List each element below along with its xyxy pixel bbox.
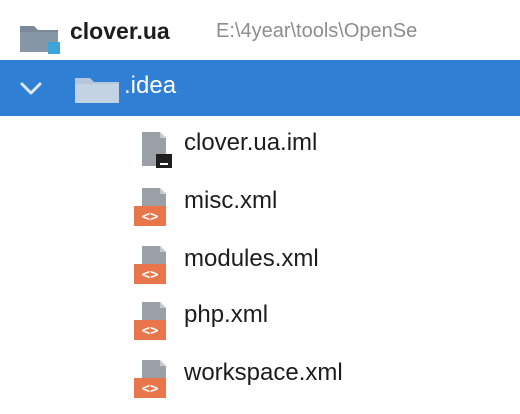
project-name: clover.ua (70, 18, 170, 44)
svg-text:<>: <> (142, 267, 159, 283)
svg-text:<>: <> (142, 209, 159, 225)
svg-text:<>: <> (142, 323, 159, 339)
file-label: workspace.xml (184, 359, 343, 386)
chevron-down-icon[interactable] (18, 76, 44, 102)
tree-item-file[interactable]: <> misc.xml (0, 178, 520, 234)
xml-file-icon: <> (134, 246, 166, 284)
file-label: misc.xml (184, 187, 278, 214)
tree-item-file[interactable]: <> modules.xml (0, 236, 520, 292)
xml-file-icon: <> (134, 360, 166, 398)
module-folder-icon (20, 26, 60, 54)
tree-item-idea-folder[interactable]: .idea (0, 60, 520, 116)
folder-label: .idea (124, 72, 177, 99)
iml-file-icon (142, 132, 172, 168)
project-tree: clover.ua E:\4year\tools\OpenSe .idea cl… (0, 0, 520, 414)
file-label: modules.xml (184, 245, 319, 272)
folder-icon (75, 78, 119, 103)
xml-file-icon: <> (134, 188, 166, 226)
tree-item-file[interactable]: <> workspace.xml (0, 350, 520, 406)
file-label: clover.ua.iml (184, 129, 318, 156)
file-label: php.xml (184, 301, 269, 328)
project-path: E:\4year\tools\OpenSe (216, 20, 418, 42)
xml-file-icon: <> (134, 302, 166, 340)
tree-item-file[interactable]: <> php.xml (0, 292, 520, 348)
tree-item-file[interactable]: clover.ua.iml (0, 120, 520, 176)
tree-item-root[interactable]: clover.ua E:\4year\tools\OpenSe (0, 8, 520, 56)
svg-text:<>: <> (142, 381, 159, 397)
